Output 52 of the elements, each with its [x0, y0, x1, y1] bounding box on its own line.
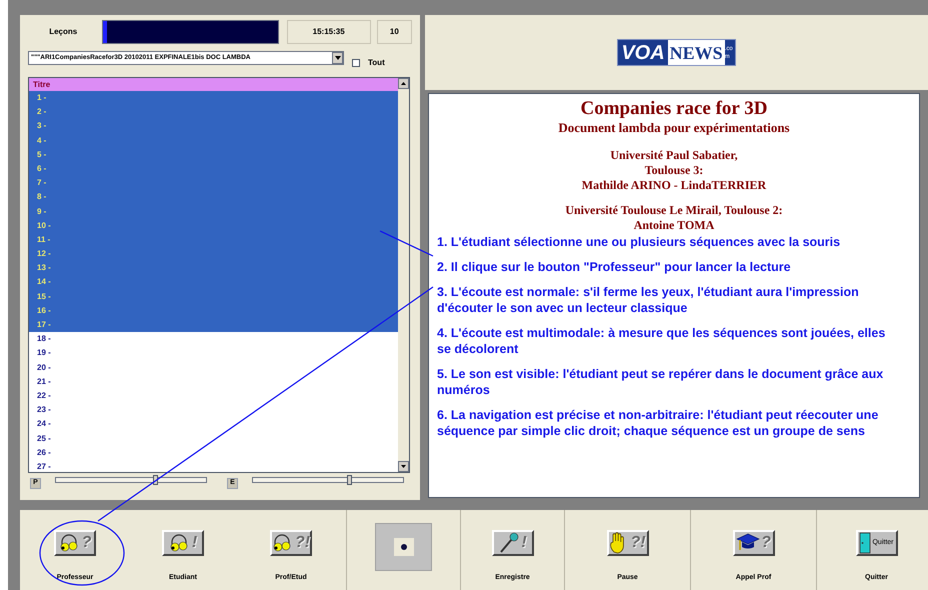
instruction-text: 5. Le son est visible: l'étudiant peut se repérer dans le document grâce aux numéros	[437, 366, 884, 398]
toolbar-button[interactable]: ?!	[270, 530, 312, 556]
list-row[interactable]: 15 -	[29, 290, 398, 304]
door-icon	[859, 532, 872, 554]
instruction-text: 4. L'écoute est multimodale: à mesure que les séquences sont jouées, elles se décolorent	[437, 325, 886, 357]
leader-line	[380, 230, 434, 257]
list-row[interactable]: 11 -	[29, 232, 398, 248]
list-row[interactable]: 12 -	[29, 247, 398, 262]
credit-line: Mathilde ARINO - LindaTERRIER	[582, 178, 766, 193]
list-row[interactable]: 10 -	[29, 218, 398, 233]
checkbox[interactable]	[352, 59, 360, 67]
scroll-down-icon[interactable]	[398, 461, 409, 472]
list-row[interactable]: 6 -	[29, 162, 398, 176]
instruction-text: 3. L'écoute est normale: s'il ferme les yeux, l'étudiant aura l'impression d'écouter le son avec un lecteur classique	[437, 284, 860, 316]
document-subtitle: Document lambda pour expérimentations	[558, 120, 790, 136]
list-row[interactable]: 17 -	[29, 318, 398, 332]
list-row[interactable]: 13 -	[29, 261, 398, 276]
list-row[interactable]: 4 -	[29, 134, 398, 148]
clock-display: 15:15:35	[286, 20, 371, 44]
list-row[interactable]: 7 -	[29, 176, 398, 190]
credit-line: Antoine TOMA	[634, 218, 714, 233]
column-header: Titre	[29, 78, 398, 91]
show-all-label: Tout	[368, 57, 385, 69]
list-row[interactable]: 3 -	[29, 119, 398, 134]
list-row[interactable]: 2 -	[29, 105, 398, 120]
toolbar-button[interactable]: !	[162, 530, 204, 556]
list-row[interactable]: 5 -	[29, 148, 398, 162]
toolbar-button[interactable]: ?	[54, 530, 96, 556]
toolbar-button[interactable]: ?!	[606, 530, 648, 556]
microphone-icon	[498, 532, 520, 554]
list-row[interactable]: 9 -	[29, 204, 398, 219]
slider-thumb[interactable]	[153, 475, 158, 485]
list-row[interactable]: 1 -	[29, 91, 398, 106]
credit-line: Toulouse 3:	[644, 163, 704, 178]
slider-thumb[interactable]	[347, 475, 352, 485]
scroll-up-icon[interactable]	[398, 78, 409, 89]
slider-track[interactable]	[252, 477, 404, 483]
scrollbar[interactable]	[398, 78, 409, 472]
instruction-text: 1. L'étudiant sélectionne une ou plusieurs séquences avec la souris	[437, 234, 842, 250]
toolbar-button[interactable]: !	[492, 530, 534, 556]
lessons-label: Leçons	[48, 26, 78, 38]
instruction-text: 6. La navigation est précise et non-arbitraire: l'étudiant peut réecouter une séquence par simple clic droit; chaque séquence est un groupe de sens	[437, 407, 880, 439]
instruction-text: 2. Il clique sur le bouton "Professeur" pour lancer la lecture	[437, 259, 792, 275]
slider-track[interactable]	[55, 477, 207, 483]
credit-line: Université Toulouse Le Mirail, Toulouse 2:	[565, 203, 783, 218]
toolbar-button[interactable]: ?	[732, 530, 774, 556]
list-row[interactable]: 14 -	[29, 275, 398, 290]
list-row[interactable]: 8 -	[29, 190, 398, 204]
document-title: Companies race for 3D	[580, 98, 768, 120]
count-display: 10	[376, 20, 412, 44]
list-row[interactable]: 16 -	[29, 304, 398, 318]
credit-line: Université Paul Sabatier,	[610, 148, 738, 163]
